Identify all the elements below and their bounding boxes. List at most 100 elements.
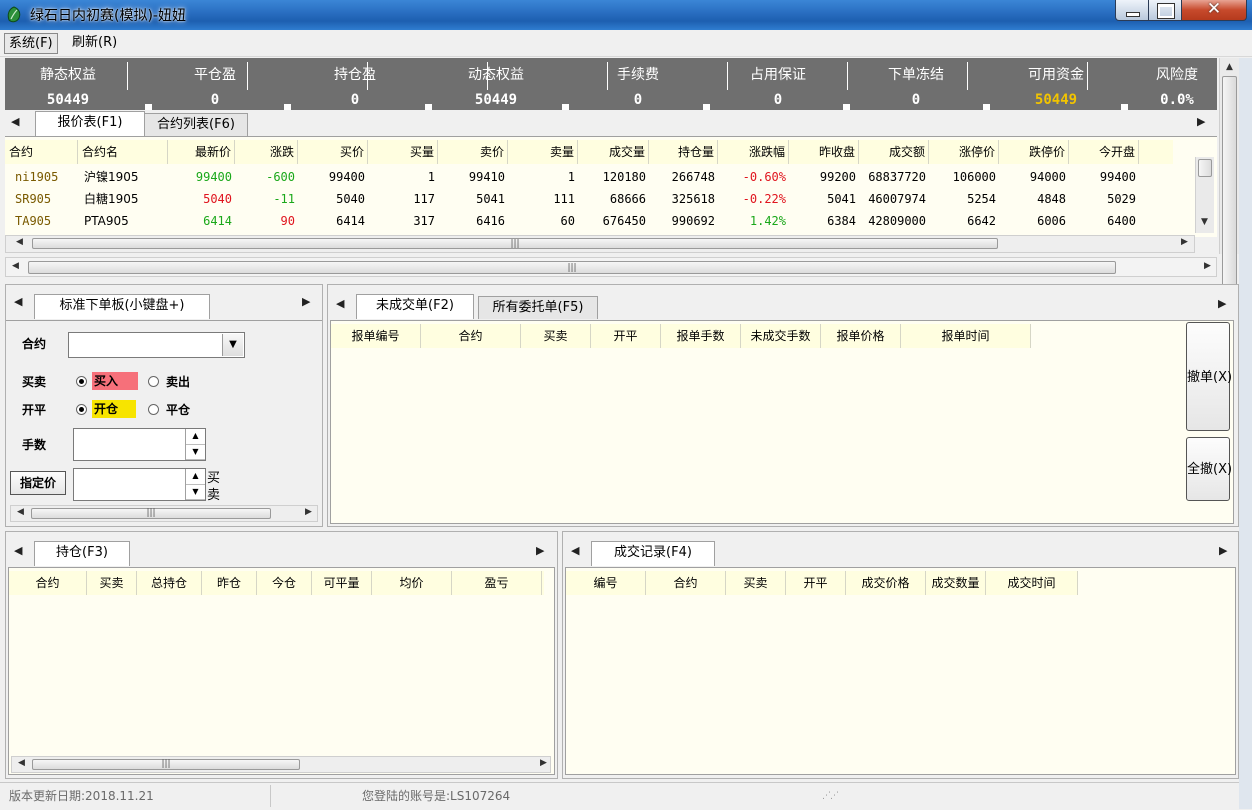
quote-column-header[interactable]: 卖价: [438, 140, 508, 164]
positions-hscroll-right-icon[interactable]: ▶: [540, 758, 547, 768]
quote-column-header[interactable]: 合约: [5, 140, 78, 164]
menu-refresh[interactable]: 刷新(R): [68, 33, 121, 52]
open-radio[interactable]: [76, 404, 87, 415]
specified-price-button[interactable]: 指定价: [10, 471, 66, 495]
quote-scroll-down-icon[interactable]: ▼: [1201, 217, 1208, 227]
positions-tab-right-icon[interactable]: ▶: [536, 544, 544, 557]
tab-standard-order[interactable]: 标准下单板(小键盘+): [34, 294, 210, 319]
chevron-down-icon[interactable]: ▼: [222, 334, 243, 356]
tab-unfilled-orders[interactable]: 未成交单(F2): [356, 294, 474, 319]
quote-column-header[interactable]: 涨停价: [929, 140, 999, 164]
pending-column-header[interactable]: 合约: [421, 324, 521, 348]
main-hscroll[interactable]: ◀ ||| ▶: [5, 257, 1217, 277]
title-bar[interactable]: 绿石日内初赛(模拟)-妞妞 ✕: [0, 0, 1252, 30]
positions-tab-left-icon[interactable]: ◀: [14, 544, 22, 557]
quote-column-header[interactable]: 持仓量: [649, 140, 718, 164]
quote-column-header[interactable]: 成交额: [859, 140, 929, 164]
minimize-button[interactable]: [1115, 0, 1149, 21]
positions-hscroll[interactable]: ◀ ||| ▶: [11, 756, 551, 773]
quote-column-header[interactable]: 买价: [298, 140, 368, 164]
position-column-header[interactable]: 总持仓: [137, 571, 202, 595]
main-hscroll-thumb[interactable]: |||: [28, 261, 1116, 274]
sell-label[interactable]: 卖出: [166, 373, 190, 390]
buy-radio[interactable]: [76, 376, 87, 387]
quote-row[interactable]: ni1905 沪镍1905 99400 -600 99400 1 99410 1 120180 2…: [5, 166, 1173, 188]
tab-scroll-left-icon[interactable]: ◀: [11, 115, 19, 128]
close-position-label[interactable]: 平仓: [166, 401, 190, 418]
hscroll-left-icon[interactable]: ◀: [16, 237, 23, 247]
open-label[interactable]: 开仓: [92, 400, 136, 418]
trade-column-header[interactable]: 编号: [566, 571, 646, 595]
tab-scroll-right-icon[interactable]: ▶: [1197, 115, 1205, 128]
position-column-header[interactable]: 今仓: [257, 571, 312, 595]
scroll-up-arrow-icon[interactable]: ▲: [1226, 62, 1233, 72]
trade-column-header[interactable]: 成交数量: [926, 571, 986, 595]
pending-tab-left-icon[interactable]: ◀: [336, 297, 344, 310]
close-radio[interactable]: [148, 404, 159, 415]
order-hscroll-thumb[interactable]: |||: [31, 508, 271, 519]
order-tab-left-icon[interactable]: ◀: [14, 295, 22, 308]
contract-select[interactable]: ▼: [68, 332, 245, 358]
pending-column-header[interactable]: 报单价格: [821, 324, 901, 348]
quote-column-header[interactable]: 买量: [368, 140, 438, 164]
maximize-button[interactable]: [1148, 0, 1182, 21]
position-column-header[interactable]: 买卖: [87, 571, 137, 595]
pending-column-header[interactable]: 开平: [591, 324, 661, 348]
position-column-header[interactable]: 昨仓: [202, 571, 257, 595]
trade-column-header[interactable]: 成交价格: [846, 571, 926, 595]
quote-hscroll[interactable]: ◀ ||| ▶: [5, 235, 1195, 253]
quote-column-header[interactable]: 成交量: [578, 140, 649, 164]
hscroll-right-icon[interactable]: ▶: [1181, 237, 1188, 247]
window-vscroll[interactable]: ▲: [1219, 58, 1240, 286]
price-stepper-down-icon[interactable]: ▼: [186, 485, 205, 500]
pending-column-header[interactable]: 买卖: [521, 324, 591, 348]
pending-column-header[interactable]: 报单编号: [331, 324, 421, 348]
trade-column-header[interactable]: 开平: [786, 571, 846, 595]
tab-positions[interactable]: 持仓(F3): [34, 541, 130, 566]
trades-tab-right-icon[interactable]: ▶: [1219, 544, 1227, 557]
trade-column-header[interactable]: 合约: [646, 571, 726, 595]
quote-column-header[interactable]: 涨跌: [235, 140, 298, 164]
order-tab-right-icon[interactable]: ▶: [302, 295, 310, 308]
quote-hscroll-thumb[interactable]: |||: [32, 238, 998, 249]
quote-column-header[interactable]: 合约名: [78, 140, 168, 164]
quote-row[interactable]: TA905 PTA905 6414 90 6414 317 6416 60 676450 9906…: [5, 210, 1173, 232]
resize-grip-icon[interactable]: ⋰⋰: [822, 791, 839, 801]
quote-row[interactable]: SR905 白糖1905 5040 -11 5040 117 5041 111 68666 325…: [5, 188, 1173, 210]
quantity-input[interactable]: ▲ ▼: [73, 428, 206, 461]
buy-label[interactable]: 买入: [92, 372, 138, 390]
position-column-header[interactable]: 均价: [372, 571, 452, 595]
tab-quotes[interactable]: 报价表(F1): [35, 111, 145, 136]
price-stepper[interactable]: ▲ ▼: [185, 469, 205, 500]
trade-column-header[interactable]: 成交时间: [986, 571, 1078, 595]
tab-contract-list[interactable]: 合约列表(F6): [144, 113, 248, 136]
position-column-header[interactable]: 可平量: [312, 571, 372, 595]
quote-vscroll[interactable]: ▼: [1195, 157, 1214, 233]
close-button[interactable]: ✕: [1181, 0, 1247, 21]
pending-column-header[interactable]: 未成交手数: [741, 324, 821, 348]
pending-tab-right-icon[interactable]: ▶: [1218, 297, 1226, 310]
trade-column-header[interactable]: 买卖: [726, 571, 786, 595]
order-hscroll[interactable]: ◀ ||| ▶: [10, 505, 318, 522]
trades-tab-left-icon[interactable]: ◀: [571, 544, 579, 557]
stepper-down-icon[interactable]: ▼: [186, 445, 205, 460]
quote-column-header[interactable]: 昨收盘: [789, 140, 859, 164]
main-hscroll-left-icon[interactable]: ◀: [12, 261, 19, 271]
quote-column-header[interactable]: 今开盘: [1069, 140, 1139, 164]
stepper-up-icon[interactable]: ▲: [186, 429, 205, 445]
tab-trade-records[interactable]: 成交记录(F4): [591, 541, 715, 566]
main-hscroll-right-icon[interactable]: ▶: [1204, 261, 1211, 271]
quote-column-header[interactable]: 最新价: [168, 140, 235, 164]
order-hscroll-right-icon[interactable]: ▶: [305, 507, 312, 517]
positions-hscroll-thumb[interactable]: |||: [32, 759, 300, 770]
pending-column-header[interactable]: 报单时间: [901, 324, 1031, 348]
quote-column-header[interactable]: 跌停价: [999, 140, 1069, 164]
pending-column-header[interactable]: 报单手数: [661, 324, 741, 348]
quote-vscroll-thumb[interactable]: [1198, 159, 1212, 177]
price-stepper-up-icon[interactable]: ▲: [186, 469, 205, 485]
positions-hscroll-left-icon[interactable]: ◀: [18, 758, 25, 768]
cancel-all-button[interactable]: 全撤(X): [1186, 437, 1232, 501]
quote-column-header[interactable]: 涨跌幅: [718, 140, 789, 164]
quantity-stepper[interactable]: ▲ ▼: [185, 429, 205, 460]
position-column-header[interactable]: 合约: [9, 571, 87, 595]
